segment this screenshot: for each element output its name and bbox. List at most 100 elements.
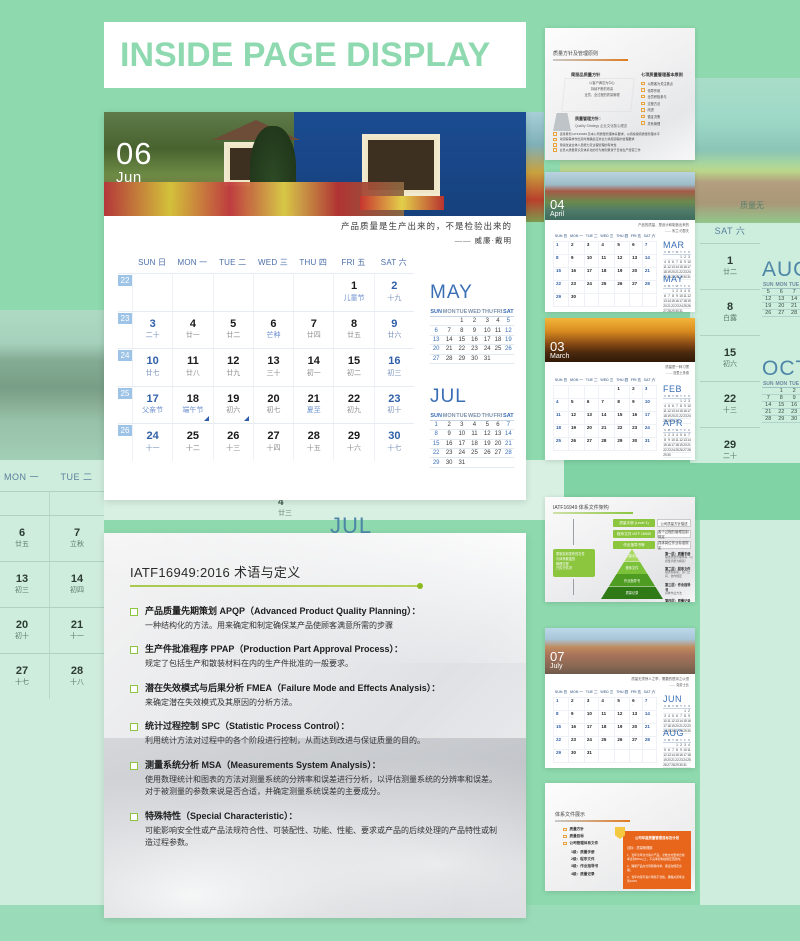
thumbnail-day-cell[interactable]: 23 ·	[567, 280, 585, 294]
calendar-day-cell[interactable]	[212, 274, 253, 311]
thumbnail-day-cell[interactable]	[614, 293, 631, 307]
calendar-day-cell[interactable]: 19 初六	[212, 386, 253, 424]
mini-day-cell[interactable]: 27	[493, 448, 503, 459]
thumbnail-day-cell[interactable]: 9 ·	[567, 254, 585, 268]
thumbnail-day-cell[interactable]: 8 ·	[553, 710, 569, 724]
thumbnail-day-cell[interactable]: 20 ·	[629, 723, 643, 737]
mini-day-cell[interactable]: 2	[442, 420, 456, 431]
thumbnail-day-cell[interactable]: 21 ·	[598, 424, 616, 438]
thumbnail-day-cell[interactable]: 3 ·	[641, 385, 658, 399]
thumbnail-day-cell[interactable]: 20 ·	[629, 267, 643, 281]
thumbnail-day-cell[interactable]: 7 ·	[641, 241, 658, 255]
thumbnail-day-cell[interactable]: 5 ·	[567, 398, 585, 412]
mini-day-cell[interactable]: 6	[493, 420, 503, 431]
mini-day-cell[interactable]: 29	[455, 354, 468, 364]
calendar-day-cell[interactable]: 18 端午节	[172, 386, 212, 424]
thumbnail-day-cell[interactable]: 8 ·	[553, 254, 569, 268]
mini-day-cell[interactable]: 28	[442, 354, 456, 364]
thumbnail-day-cell[interactable]: 16 ·	[567, 723, 585, 737]
mini-day-cell[interactable]: 26	[481, 448, 494, 459]
calendar-day-cell[interactable]: 21 夏至	[293, 386, 333, 424]
mini-day-cell[interactable]: 30	[442, 457, 456, 468]
mini-day-cell[interactable]: 9	[442, 429, 456, 440]
mini-day-cell[interactable]: 7	[442, 325, 456, 336]
thumbnail-day-cell[interactable]: 25 ·	[598, 736, 616, 750]
thumbnail-day-cell[interactable]: 11 ·	[598, 710, 616, 724]
thumbnail-day-cell[interactable]: 26 ·	[614, 280, 631, 294]
calendar-day-cell[interactable]: 5 廿二	[212, 311, 253, 349]
mini-day-cell[interactable]: 5	[502, 316, 514, 327]
thumbnail-day-cell[interactable]: 11 ·	[598, 254, 616, 268]
calendar-day-cell[interactable]: 1 儿童节	[333, 274, 373, 311]
mini-day-cell[interactable]: 25	[467, 448, 482, 459]
mini-day-cell[interactable]: 15	[430, 439, 443, 450]
mini-day-cell[interactable]: 14	[442, 335, 456, 346]
mini-day-cell[interactable]: 4	[493, 316, 503, 327]
thumbnail-day-cell[interactable]: 17 ·	[641, 411, 658, 425]
thumbnail-day-cell[interactable]: 18 ·	[553, 424, 569, 438]
mini-day-cell[interactable]	[442, 316, 456, 327]
thumbnail-day-cell[interactable]: 17 ·	[583, 723, 600, 737]
calendar-day-cell[interactable]: 20 初七	[252, 386, 293, 424]
thumbnail-day-cell[interactable]: 4 ·	[598, 241, 616, 255]
mini-day-cell[interactable]	[493, 457, 503, 468]
thumbnail-day-cell[interactable]: 16 ·	[629, 411, 643, 425]
calendar-day-cell[interactable]: 27 十四	[252, 424, 293, 461]
mini-day-cell[interactable]	[467, 457, 482, 468]
mini-day-cell[interactable]: 1	[455, 316, 468, 327]
thumbnail-day-cell[interactable]: 2 ·	[567, 697, 585, 711]
mini-day-cell[interactable]: 11	[493, 325, 503, 336]
thumbnail-day-cell[interactable]: 27 ·	[629, 280, 643, 294]
thumbnail-day-cell[interactable]: 14 ·	[641, 254, 658, 268]
mini-day-cell[interactable]: 18	[493, 335, 503, 346]
calendar-day-cell[interactable]: 11 廿八	[172, 349, 212, 386]
mini-day-cell[interactable]: 14	[502, 429, 514, 440]
mini-day-cell[interactable]: 16	[442, 439, 456, 450]
thumbnail-day-cell[interactable]: 25 ·	[598, 280, 616, 294]
calendar-day-cell[interactable]: 13 三十	[252, 349, 293, 386]
mini-day-cell[interactable]: 21	[442, 344, 456, 355]
thumbnail-day-cell[interactable]: 15 ·	[553, 267, 569, 281]
calendar-day-cell[interactable]: 7 廿四	[293, 311, 333, 349]
thumbnail-day-cell[interactable]: 5 ·	[614, 241, 631, 255]
thumbnail-day-cell[interactable]: 10 ·	[583, 254, 600, 268]
thumbnail-day-cell[interactable]: 9 ·	[629, 398, 643, 412]
mini-day-cell[interactable]: 15	[455, 335, 468, 346]
thumbnail-march-calendar[interactable]: 03 March 质量是一种习惯 —— 亚里士多德 SUN 日 MON 一 TUE …	[545, 318, 695, 460]
thumbnail-day-cell[interactable]	[598, 749, 616, 763]
calendar-day-cell[interactable]: 12 廿九	[212, 349, 253, 386]
thumbnail-day-cell[interactable]: 24 ·	[583, 736, 600, 750]
calendar-day-cell[interactable]	[172, 274, 212, 311]
thumbnail-day-cell[interactable]: 19 ·	[567, 424, 585, 438]
thumbnail-pyramid-slide[interactable]: IATF16949 体系文件架构 质量手册 (Level 1) 公司质量方针描述…	[545, 497, 695, 602]
thumbnail-day-cell[interactable]: 6 ·	[629, 241, 643, 255]
thumbnail-day-cell[interactable]: 21 ·	[641, 267, 658, 281]
thumbnail-day-cell[interactable]: 13 ·	[583, 411, 600, 425]
thumbnail-day-cell[interactable]: 22 ·	[614, 424, 631, 438]
thumbnail-day-cell[interactable]	[567, 385, 585, 399]
mini-day-cell[interactable]: 1	[430, 420, 443, 431]
mini-day-cell[interactable]: 22	[455, 344, 468, 355]
thumbnail-day-cell[interactable]: 23 ·	[567, 736, 585, 750]
thumbnail-day-cell[interactable]: 30 ·	[567, 293, 585, 307]
thumbnail-day-cell[interactable]: 15 ·	[614, 411, 631, 425]
calendar-day-cell[interactable]	[132, 274, 172, 311]
thumbnail-day-cell[interactable]: 28 ·	[641, 736, 658, 750]
mini-day-cell[interactable]: 21	[502, 439, 514, 450]
thumbnail-day-cell[interactable]: 17 ·	[583, 267, 600, 281]
mini-day-cell[interactable]: 25	[493, 344, 503, 355]
mini-day-cell[interactable]: 24	[481, 344, 494, 355]
calendar-day-cell[interactable]: 29 十六	[333, 424, 373, 461]
thumbnail-day-cell[interactable]: 27 ·	[629, 736, 643, 750]
thumbnail-day-cell[interactable]: 29 ·	[553, 749, 569, 763]
thumbnail-day-cell[interactable]: 26 ·	[567, 437, 585, 451]
mini-day-cell[interactable]: 9	[467, 325, 482, 336]
thumbnail-day-cell[interactable]: 15 ·	[553, 723, 569, 737]
mini-day-cell[interactable]: 19	[502, 335, 514, 346]
mini-day-cell[interactable]: 29	[430, 457, 443, 468]
thumbnail-day-cell[interactable]: 30 ·	[567, 749, 585, 763]
thumbnail-day-cell[interactable]: 30 ·	[629, 437, 643, 451]
thumbnail-day-cell[interactable]	[629, 293, 643, 307]
thumbnail-day-cell[interactable]: 16 ·	[567, 267, 585, 281]
thumbnail-day-cell[interactable]: 10 ·	[641, 398, 658, 412]
